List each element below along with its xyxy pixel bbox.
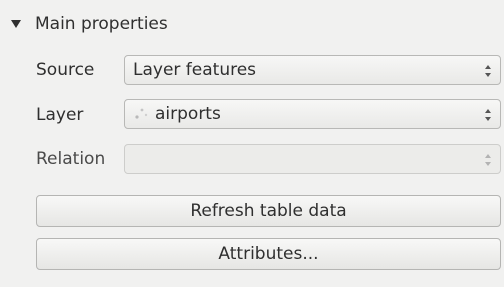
section-title: Main properties [35, 14, 168, 34]
layer-label: Layer [36, 105, 84, 125]
source-value: Layer features [133, 60, 257, 80]
source-label: Source [36, 60, 95, 80]
source-combobox[interactable]: Layer features [124, 55, 501, 85]
combo-arrows-icon [485, 109, 491, 121]
relation-label: Relation [36, 149, 106, 169]
layer-value: airports [155, 104, 221, 124]
combo-arrows-icon [485, 65, 491, 77]
main-properties-header[interactable]: Main properties [9, 10, 168, 38]
attributes-button[interactable]: Attributes... [36, 238, 501, 270]
layer-combobox[interactable]: airports [124, 99, 501, 129]
combo-arrows-icon [485, 154, 491, 166]
relation-combobox[interactable] [124, 144, 501, 174]
collapse-triangle-icon[interactable] [9, 17, 23, 31]
refresh-table-data-button[interactable]: Refresh table data [36, 195, 501, 227]
point-layer-icon [135, 108, 148, 119]
